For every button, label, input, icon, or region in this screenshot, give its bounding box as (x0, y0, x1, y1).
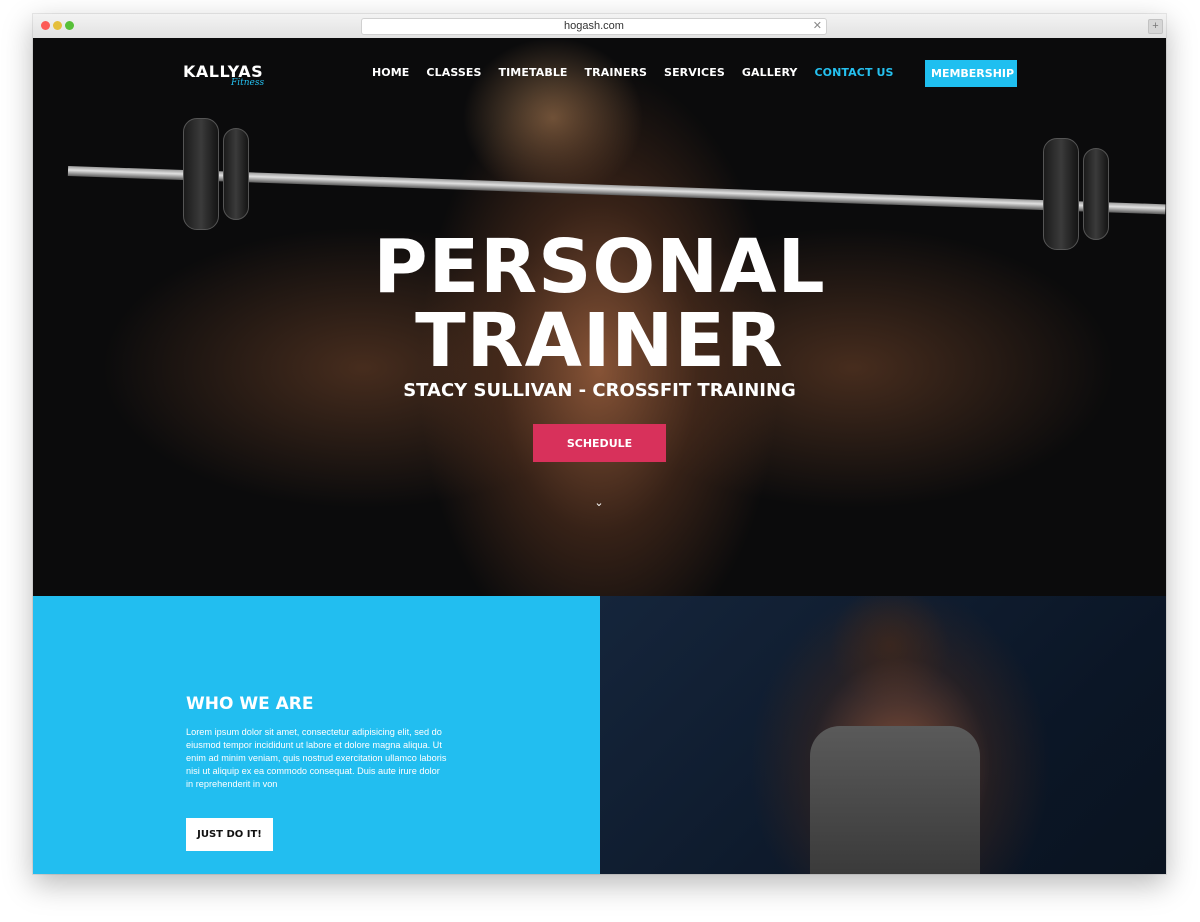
close-window-icon[interactable] (41, 21, 50, 30)
maximize-window-icon[interactable] (65, 21, 74, 30)
address-bar[interactable]: hogash.com ✕ (361, 18, 827, 35)
nav-trainers[interactable]: TRAINERS (585, 66, 648, 79)
just-do-it-button[interactable]: JUST DO IT! (186, 818, 273, 851)
schedule-button[interactable]: SCHEDULE (533, 424, 666, 462)
who-we-are-section: WHO WE ARE Lorem ipsum dolor sit amet, c… (33, 596, 600, 874)
main-nav: HOME CLASSES TIMETABLE TRAINERS SERVICES… (372, 66, 911, 79)
hero-section: KALLYAS Fitness HOME CLASSES TIMETABLE T… (33, 38, 1166, 596)
logo-sub-text: Fitness (231, 78, 265, 88)
trainer-photo (600, 596, 1166, 874)
nav-classes[interactable]: CLASSES (426, 66, 481, 79)
browser-window: hogash.com ✕ + KALLYAS Fitness HOME CLAS… (33, 14, 1166, 874)
weight-plate-image (1083, 148, 1109, 240)
nav-timetable[interactable]: TIMETABLE (499, 66, 568, 79)
minimize-window-icon[interactable] (53, 21, 62, 30)
site-logo[interactable]: KALLYAS Fitness (183, 62, 264, 88)
url-text: hogash.com (564, 20, 624, 32)
section-body-text: Lorem ipsum dolor sit amet, consectetur … (186, 727, 447, 789)
nav-contact-us[interactable]: CONTACT US (814, 66, 893, 79)
nav-home[interactable]: HOME (372, 66, 409, 79)
nav-gallery[interactable]: GALLERY (742, 66, 798, 79)
chevron-down-icon[interactable]: ⌄ (592, 496, 606, 510)
clear-url-icon[interactable]: ✕ (813, 19, 822, 34)
tank-top-image (810, 726, 980, 874)
browser-chrome: hogash.com ✕ + (33, 14, 1166, 39)
hero-title-line-2: TRAINER (415, 298, 784, 384)
section-title: WHO WE ARE (186, 694, 314, 714)
weight-plate-image (223, 128, 249, 220)
hero-title-line-1: PERSONAL (373, 224, 826, 310)
hero-subtitle: STACY SULLIVAN - CROSSFIT TRAINING (403, 380, 796, 401)
nav-services[interactable]: SERVICES (664, 66, 725, 79)
weight-plate-image (183, 118, 219, 230)
membership-button[interactable]: MEMBERSHIP (925, 60, 1017, 87)
new-tab-icon[interactable]: + (1148, 19, 1163, 34)
